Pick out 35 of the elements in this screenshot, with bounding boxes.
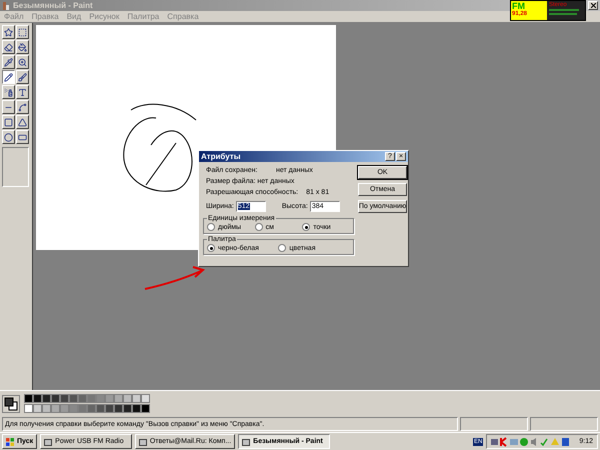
close-button[interactable] bbox=[588, 1, 598, 10]
pencil-icon bbox=[4, 72, 13, 82]
radio-button[interactable] bbox=[207, 223, 215, 231]
paint-app-icon bbox=[2, 2, 10, 10]
windows-logo-icon bbox=[6, 438, 14, 446]
star-icon bbox=[4, 28, 13, 36]
radio-button[interactable] bbox=[207, 244, 215, 252]
curve-icon bbox=[18, 102, 27, 112]
text-icon bbox=[18, 88, 27, 96]
rectangle-icon bbox=[4, 118, 13, 126]
pipette-icon bbox=[4, 58, 13, 66]
paint-bucket-icon bbox=[18, 42, 27, 52]
polygon-icon bbox=[18, 118, 27, 126]
status-pane bbox=[460, 417, 528, 431]
radio-band-label: FM bbox=[512, 2, 525, 11]
app-icon bbox=[44, 438, 52, 446]
radio-button[interactable] bbox=[254, 223, 263, 231]
window-title: Безымянный - Paint bbox=[13, 1, 94, 10]
status-pane bbox=[530, 417, 598, 431]
app-icon bbox=[139, 438, 147, 446]
dashed-rectangle-icon bbox=[18, 28, 27, 36]
tool-options-panel bbox=[2, 147, 29, 187]
dialog-title: Атрибуты bbox=[201, 152, 242, 161]
eraser-icon bbox=[4, 42, 13, 52]
radio-button[interactable] bbox=[278, 244, 286, 252]
level-meter-drawing bbox=[549, 8, 581, 16]
zoom-icon bbox=[18, 58, 27, 66]
arrow-drawing bbox=[143, 263, 207, 293]
close-icon bbox=[590, 3, 596, 8]
tool-button[interactable] bbox=[2, 70, 15, 84]
app-icon bbox=[242, 438, 250, 446]
rounded-rectangle-icon bbox=[18, 132, 27, 142]
brush-icon bbox=[18, 72, 27, 82]
ellipse-icon bbox=[4, 132, 13, 142]
radio-button[interactable] bbox=[302, 223, 310, 231]
